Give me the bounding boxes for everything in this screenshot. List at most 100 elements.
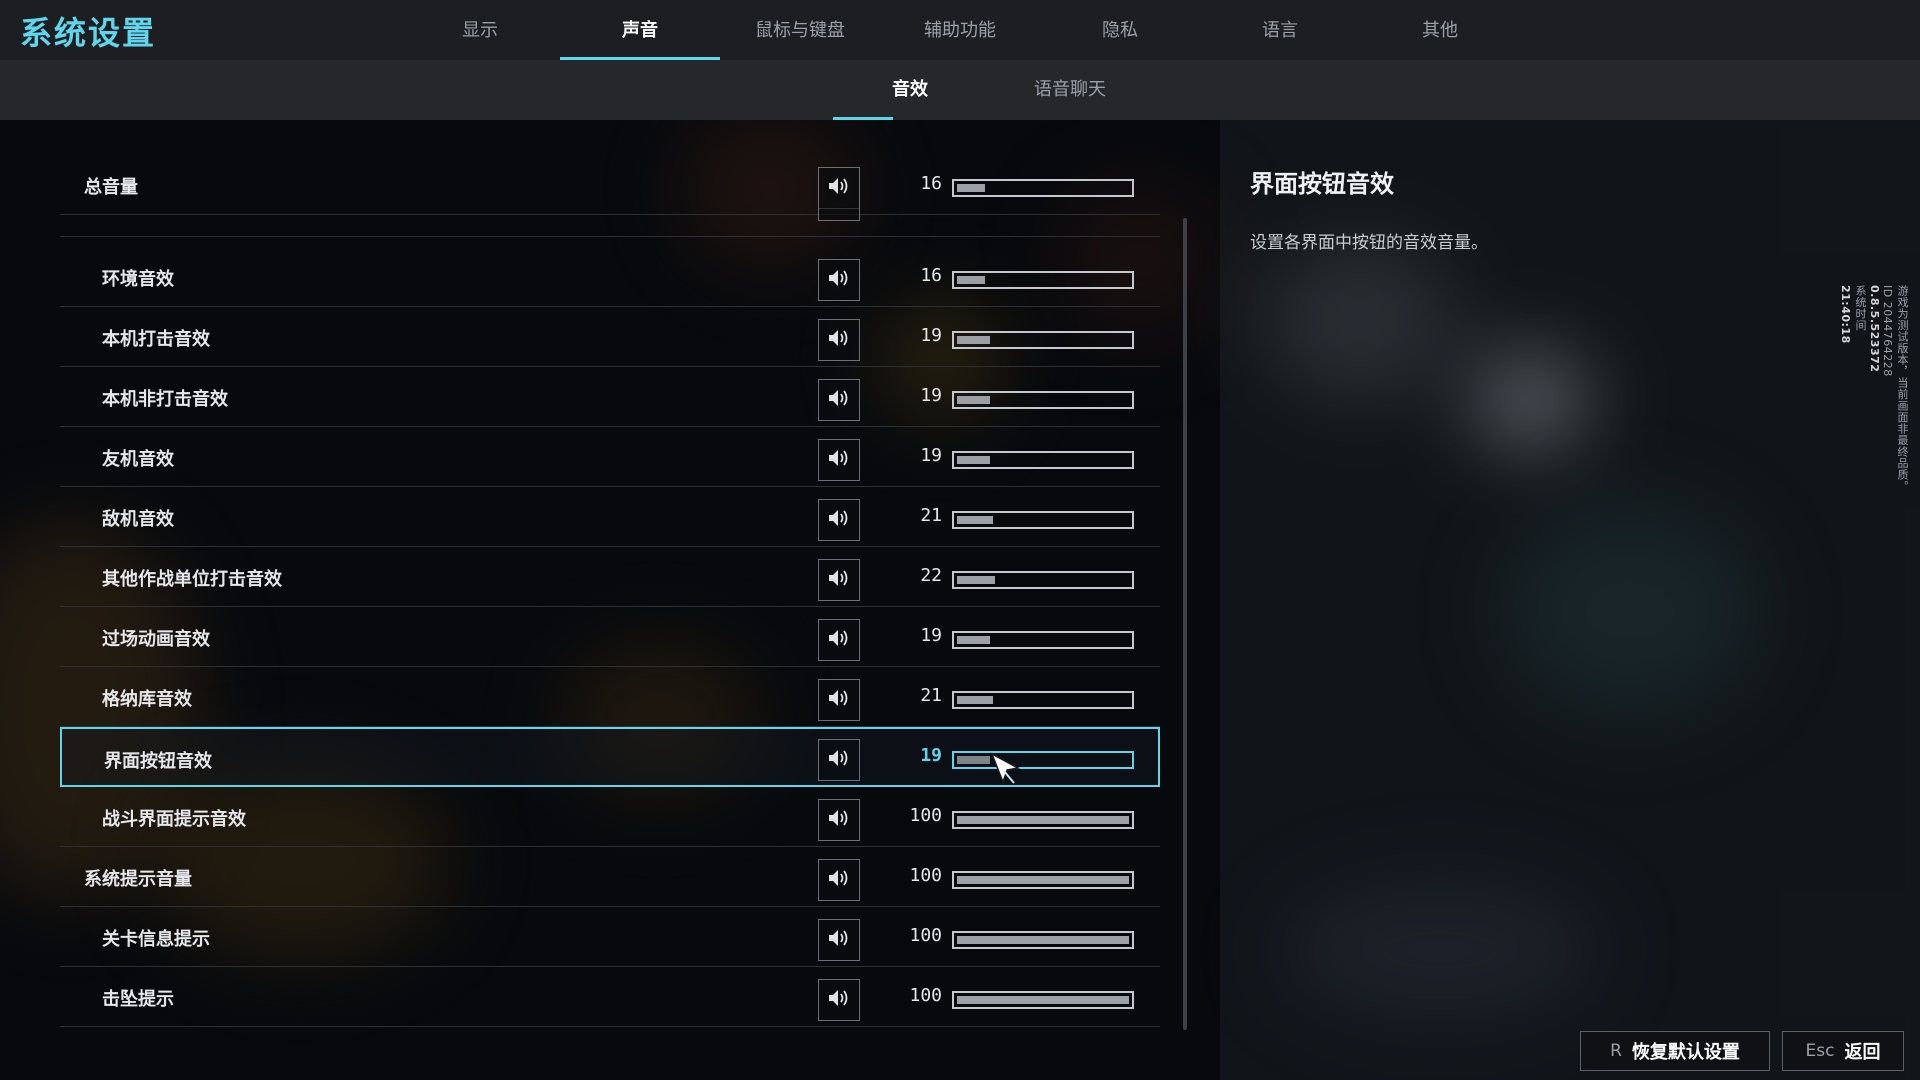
row-own-hit-sfx[interactable]: 本机打击音效 19 — [60, 307, 1160, 367]
row-other-unit-hit-sfx[interactable]: 其他作战单位打击音效 22 — [60, 547, 1160, 607]
setting-label: 格纳库音效 — [102, 689, 192, 710]
system-time: 21:40:18 — [1839, 285, 1852, 344]
setting-label: 战斗界面提示音效 — [102, 809, 246, 830]
mouse-cursor-icon — [990, 752, 1021, 785]
reset-defaults-label: 恢复默认设置 — [1631, 1042, 1740, 1063]
mute-toggle-button[interactable] — [818, 439, 860, 481]
volume-slider[interactable] — [952, 631, 1134, 649]
row-ally-sfx[interactable]: 友机音效 19 — [60, 427, 1160, 487]
description-text: 设置各界面中按钮的音效音量。 — [1250, 233, 1488, 253]
reset-defaults-button[interactable]: R 恢复默认设置 — [1580, 1031, 1770, 1071]
tab-privacy[interactable]: 隐私 — [1040, 0, 1200, 60]
volume-slider-fill — [957, 184, 985, 192]
row-hidden[interactable] — [60, 207, 1160, 237]
speaker-icon — [827, 748, 851, 772]
back-button[interactable]: Esc 返回 — [1782, 1031, 1904, 1071]
tab-mouse-keyboard[interactable]: 鼠标与键盘 — [720, 0, 880, 60]
row-system-alert-volume[interactable]: 系统提示音量 100 — [60, 847, 1160, 907]
volume-value: 100 — [909, 805, 942, 826]
volume-slider[interactable] — [952, 391, 1134, 409]
setting-label: 系统提示音量 — [84, 869, 192, 890]
setting-label: 友机音效 — [102, 449, 174, 470]
volume-slider[interactable] — [952, 511, 1134, 529]
speaker-icon — [827, 207, 851, 212]
row-own-nonhit-sfx[interactable]: 本机非打击音效 19 — [60, 367, 1160, 427]
subtab-sound-effects[interactable]: 音效 — [830, 60, 990, 120]
speaker-icon — [827, 628, 851, 652]
reset-key-hint: R — [1610, 1041, 1622, 1061]
speaker-icon — [827, 568, 851, 592]
speaker-icon — [827, 268, 851, 292]
volume-value: 16 — [920, 265, 942, 286]
tab-other[interactable]: 其他 — [1360, 0, 1520, 60]
row-hangar-sfx[interactable]: 格纳库音效 21 — [60, 667, 1160, 727]
mute-toggle-button[interactable] — [818, 499, 860, 541]
description-title: 界面按钮音效 — [1250, 170, 1394, 198]
volume-slider-fill — [957, 876, 1129, 884]
volume-value: 19 — [920, 325, 942, 346]
volume-slider[interactable] — [952, 271, 1134, 289]
sub-tabs: 音效 语音聊天 — [830, 60, 1150, 120]
volume-slider[interactable] — [952, 331, 1134, 349]
tab-accessibility[interactable]: 辅助功能 — [880, 0, 1040, 60]
back-label: 返回 — [1844, 1042, 1881, 1063]
version-info: 游戏为测试版本，当前画面非最终品质。 ID 2044764228 0.8.5.5… — [1839, 285, 1910, 492]
subtab-voice-chat[interactable]: 语音聊天 — [990, 60, 1150, 120]
volume-slider-fill — [957, 516, 993, 524]
top-bar: 系统设置 显示 声音 鼠标与键盘 辅助功能 隐私 语言 其他 — [0, 0, 1920, 60]
setting-label: 敌机音效 — [102, 509, 174, 530]
setting-label: 关卡信息提示 — [102, 929, 210, 950]
volume-slider[interactable] — [952, 931, 1134, 949]
volume-slider[interactable] — [952, 571, 1134, 589]
mute-toggle-button[interactable] — [818, 979, 860, 1021]
mute-toggle-button[interactable] — [818, 167, 860, 209]
volume-slider-fill — [957, 996, 1129, 1004]
tab-display[interactable]: 显示 — [400, 0, 560, 60]
volume-value: 19 — [920, 385, 942, 406]
setting-label: 过场动画音效 — [102, 629, 210, 650]
mute-toggle-button[interactable] — [818, 259, 860, 301]
mute-toggle-button[interactable] — [818, 319, 860, 361]
volume-slider[interactable] — [952, 991, 1134, 1009]
volume-value: 19 — [920, 445, 942, 466]
mute-toggle-button[interactable] — [818, 799, 860, 841]
volume-slider[interactable] — [952, 691, 1134, 709]
mute-toggle-button[interactable] — [818, 207, 860, 221]
tab-sound[interactable]: 声音 — [560, 0, 720, 60]
volume-slider[interactable] — [952, 179, 1134, 197]
volume-slider[interactable] — [952, 871, 1134, 889]
mute-toggle-button[interactable] — [818, 619, 860, 661]
setting-label: 环境音效 — [102, 269, 174, 290]
volume-slider-fill — [957, 636, 990, 644]
mute-toggle-button[interactable] — [818, 679, 860, 721]
speaker-icon — [827, 448, 851, 472]
speaker-icon — [827, 868, 851, 892]
setting-label: 界面按钮音效 — [104, 751, 212, 772]
row-ambient-sfx[interactable]: 环境音效 16 — [60, 247, 1160, 307]
volume-slider-fill — [957, 816, 1129, 824]
volume-slider[interactable] — [952, 751, 1134, 769]
volume-slider[interactable] — [952, 811, 1134, 829]
row-stage-info-alert[interactable]: 关卡信息提示 100 — [60, 907, 1160, 967]
system-time-label: 系统时间 — [1854, 285, 1867, 331]
mute-toggle-button[interactable] — [818, 859, 860, 901]
row-battle-ui-alert-sfx[interactable]: 战斗界面提示音效 100 — [60, 787, 1160, 847]
scrollbar[interactable] — [1183, 218, 1187, 1030]
volume-value: 100 — [909, 985, 942, 1006]
volume-slider-fill — [957, 576, 995, 584]
row-cutscene-sfx[interactable]: 过场动画音效 19 — [60, 607, 1160, 667]
mute-toggle-button[interactable] — [818, 919, 860, 961]
tab-language[interactable]: 语言 — [1200, 0, 1360, 60]
sub-tab-bar: 音效 语音聊天 — [0, 60, 1920, 120]
row-master-volume[interactable]: 总音量 16 — [60, 155, 1160, 215]
row-kill-alert[interactable]: 击坠提示 100 — [60, 967, 1160, 1027]
row-enemy-sfx[interactable]: 敌机音效 21 — [60, 487, 1160, 547]
volume-value: 16 — [920, 173, 942, 194]
test-notice: 游戏为测试版本，当前画面非最终品质。 — [1896, 285, 1909, 492]
volume-slider-fill — [957, 936, 1129, 944]
mute-toggle-button[interactable] — [818, 559, 860, 601]
mute-toggle-button[interactable] — [818, 379, 860, 421]
volume-value: 19 — [920, 625, 942, 646]
volume-slider[interactable] — [952, 451, 1134, 469]
mute-toggle-button[interactable] — [818, 739, 860, 781]
